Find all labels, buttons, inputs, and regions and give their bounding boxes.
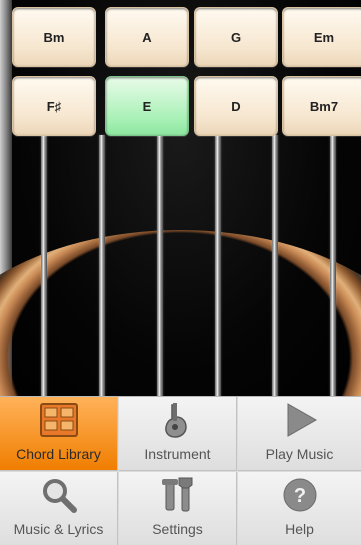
chord-button-g[interactable]: G: [194, 7, 278, 67]
chord-button-a[interactable]: A: [105, 7, 189, 67]
menu-label-play-music: Play Music: [265, 446, 334, 462]
menu-item-instrument[interactable]: Instrument: [119, 397, 237, 471]
svg-text:?: ?: [293, 485, 305, 507]
menu-item-chord-library[interactable]: Chord Library: [0, 397, 118, 471]
guitar-string-4[interactable]: [215, 135, 221, 396]
chord-button-bm7[interactable]: Bm7: [282, 76, 361, 136]
menu-label-settings: Settings: [152, 521, 203, 537]
chord-grid-icon: [37, 400, 81, 440]
help-icon: ?: [278, 475, 322, 515]
chord-button-d[interactable]: D: [194, 76, 278, 136]
chord-button-grid: Bm A G Em F♯ E D Bm7: [12, 7, 361, 139]
search-icon: [37, 475, 81, 515]
screen: Bm A G Em F♯ E D Bm7 Chord Library Instr…: [0, 0, 361, 545]
guitar-string-3[interactable]: [157, 135, 163, 396]
guitar-string-1[interactable]: [41, 135, 47, 396]
menu-label-music-lyrics: Music & Lyrics: [13, 521, 104, 537]
options-menu: Chord Library Instrument Play Music Musi…: [0, 396, 361, 545]
guitar-string-5[interactable]: [272, 135, 278, 396]
guitar-body: Bm A G Em F♯ E D Bm7: [0, 0, 361, 396]
menu-item-play-music[interactable]: Play Music: [238, 397, 361, 471]
menu-item-settings[interactable]: Settings: [119, 472, 237, 545]
guitar-string-6[interactable]: [330, 135, 336, 396]
sound-hole-rosette: [0, 230, 361, 396]
menu-label-help: Help: [285, 521, 314, 537]
tools-icon: [156, 475, 200, 515]
guitar-string-2[interactable]: [99, 135, 105, 396]
menu-label-chord-library: Chord Library: [16, 446, 101, 462]
chord-button-em[interactable]: Em: [282, 7, 361, 67]
guitar-icon: [156, 400, 200, 440]
chord-button-bm[interactable]: Bm: [12, 7, 96, 67]
chord-button-f-sharp[interactable]: F♯: [12, 76, 96, 136]
play-icon: [278, 400, 322, 440]
menu-label-instrument: Instrument: [144, 446, 211, 462]
menu-item-music-lyrics[interactable]: Music & Lyrics: [0, 472, 118, 545]
chord-button-e-selected[interactable]: E: [105, 76, 189, 136]
menu-item-help[interactable]: ? Help: [238, 472, 361, 545]
